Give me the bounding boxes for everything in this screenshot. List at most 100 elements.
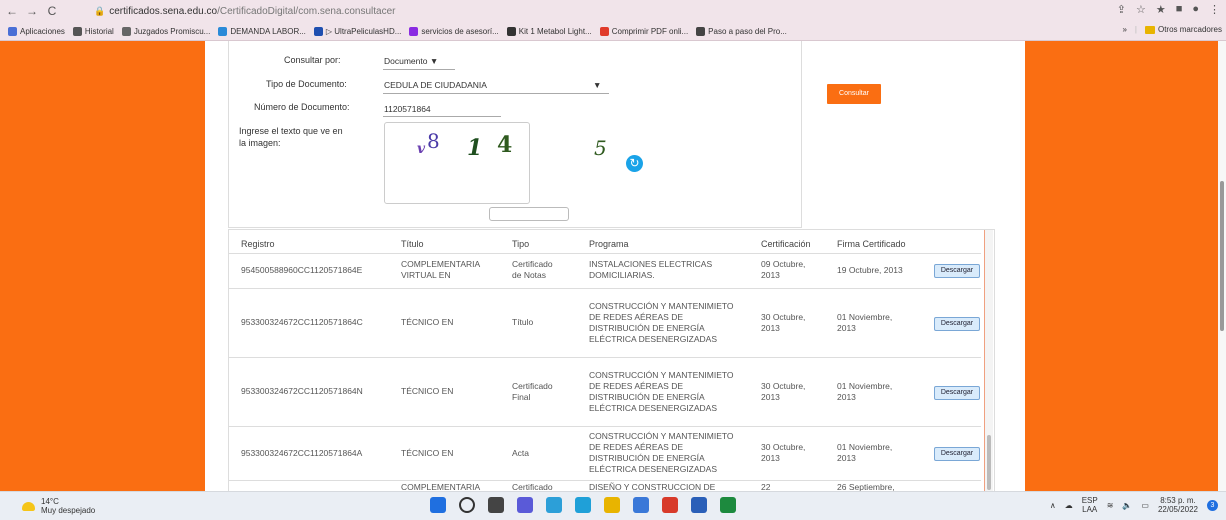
- firma-cell: 01 Noviembre,: [837, 311, 893, 322]
- bookmark-icon: [72, 26, 82, 36]
- registro-cell: 953300324672CC1120571864A: [241, 447, 363, 458]
- taskbar-app-icon[interactable]: [546, 497, 562, 513]
- registro-cell: 953300324672CC1120571864C: [241, 317, 363, 327]
- taskbar: 14°C Muy despejado ∧ ☁ ESP LAA ≋ 🔈 ▭ 8:5…: [0, 491, 1226, 520]
- programa-cell: CONSTRUCCIÓN Y MANTENIMIETO: [589, 431, 734, 441]
- volume-icon[interactable]: 🔈: [1122, 501, 1132, 510]
- lock-icon: 🔒: [94, 5, 106, 16]
- bookmark-item[interactable]: servicios de asesorí...: [409, 26, 499, 36]
- profile-icon[interactable]: ●: [1192, 3, 1199, 16]
- table-scrollbar[interactable]: [984, 230, 993, 492]
- column-header: Título: [401, 239, 424, 249]
- star-icon[interactable]: ☆: [1136, 3, 1146, 16]
- menu-icon[interactable]: ⋮: [1209, 3, 1220, 16]
- taskbar-app-icon[interactable]: [691, 497, 707, 513]
- bookmark-icon: [218, 26, 228, 36]
- tipo-cell: Final: [512, 391, 531, 402]
- bookmark-item[interactable]: Comprimir PDF onli...: [599, 26, 688, 36]
- download-button[interactable]: Descargar: [934, 264, 980, 278]
- page-scrollbar[interactable]: [1218, 41, 1226, 491]
- bookmark-item[interactable]: Juzgados Promiscu...: [121, 26, 210, 36]
- certificacion-cell: 09 Octubre,: [761, 259, 806, 269]
- share-icon[interactable]: ⇪: [1117, 3, 1126, 16]
- taskbar-app-icon[interactable]: [430, 497, 446, 513]
- window-icon[interactable]: ■: [1176, 3, 1183, 16]
- bookmark-item[interactable]: DEMANDA LABOR...: [218, 26, 306, 36]
- download-button[interactable]: Descargar: [934, 316, 980, 331]
- registro-cell: 954500588960CC1120571864E: [241, 264, 363, 275]
- programa-cell: DISTRIBUCIÓN DE ENERGÍA: [589, 322, 705, 333]
- bookmark-icon: [8, 26, 17, 36]
- table-scrollbar-thumb[interactable]: [987, 435, 991, 490]
- captcha-char: v: [417, 141, 426, 157]
- tipo-cell: Certificado: [512, 380, 553, 391]
- captcha-char: 1: [467, 135, 483, 161]
- forward-icon[interactable]: →: [24, 4, 40, 18]
- numero-documento-label: Número de Documento:: [254, 102, 350, 112]
- url-path: /CertificadoDigital/com.sena.consultacer: [217, 5, 396, 17]
- firma-cell: 01 Noviembre,: [837, 442, 893, 452]
- temperature: 14°C: [41, 497, 59, 506]
- taskbar-app-icon[interactable]: [459, 497, 475, 513]
- tipo-cell: Acta: [512, 447, 530, 458]
- bookmark-icon: [696, 26, 706, 36]
- bookmarks-overflow: » | Otros marcadores: [1116, 25, 1222, 34]
- captcha-char: 8: [427, 129, 440, 153]
- cloud-icon[interactable]: ☁: [1065, 501, 1073, 510]
- back-icon[interactable]: ←: [4, 4, 20, 18]
- bookmark-item[interactable]: ▷ UltraPeliculasHD...: [313, 26, 401, 36]
- download-button[interactable]: Descargar: [934, 447, 980, 461]
- battery-icon[interactable]: ▭: [1141, 501, 1149, 510]
- column-header: Firma Certificado: [837, 239, 906, 249]
- taskbar-app-icon[interactable]: [488, 497, 504, 513]
- notification-badge[interactable]: 3: [1207, 499, 1218, 511]
- tipo-documento-select[interactable]: CEDULA DE CIUDADANIA: [384, 80, 487, 90]
- programa-cell: INSTALACIONES ELECTRICAS: [589, 259, 713, 269]
- column-header: Programa: [589, 239, 629, 249]
- programa-cell: ELÉCTRICA DESENERGIZADAS: [589, 464, 718, 474]
- browser-actions: ⇪ ☆ ★ ■ ● ⋮: [1117, 3, 1220, 16]
- reload-icon[interactable]: C: [44, 4, 60, 18]
- taskbar-app-icon[interactable]: [662, 497, 678, 513]
- bookmark-icon: [313, 26, 323, 36]
- titulo-cell: TÉCNICO EN: [401, 386, 454, 396]
- bookmark-item[interactable]: Aplicaciones: [8, 26, 65, 36]
- wifi-icon[interactable]: ≋: [1107, 501, 1114, 510]
- download-button[interactable]: Descargar: [934, 385, 980, 400]
- bookmark-item[interactable]: Kit 1 Metabol Light...: [506, 26, 592, 36]
- consultar-button[interactable]: Consultar: [827, 84, 881, 104]
- taskbar-app-icon[interactable]: [517, 497, 533, 513]
- time: 8:53 p. m.: [1160, 496, 1196, 505]
- extensions-icon[interactable]: ★: [1156, 3, 1166, 16]
- titulo-cell: TÉCNICO EN: [401, 447, 454, 458]
- other-bookmarks[interactable]: Otros marcadores: [1144, 25, 1222, 34]
- taskbar-app-icon[interactable]: [604, 497, 620, 513]
- bookmark-icon: [599, 26, 609, 36]
- taskbar-app-icon[interactable]: [720, 497, 736, 513]
- captcha-input[interactable]: [489, 207, 569, 221]
- weather-description: Muy despejado: [41, 506, 96, 515]
- language-indicator[interactable]: ESP LAA: [1082, 496, 1098, 514]
- taskbar-app-icon[interactable]: [575, 497, 591, 513]
- system-tray: ∧ ☁ ESP LAA ≋ 🔈 ▭ 8:53 p. m. 22/05/2022 …: [1050, 496, 1218, 514]
- bookmarks-bar: Aplicaciones Historial Juzgados Promiscu..…: [0, 22, 1226, 41]
- firma-cell: 19 Octubre, 2013: [837, 264, 903, 275]
- bookmark-item[interactable]: Historial: [72, 26, 114, 36]
- overflow-button[interactable]: »: [1122, 25, 1126, 34]
- url-domain: certificados.sena.edu.co: [109, 5, 218, 17]
- bookmark-item[interactable]: Paso a paso del Pro...: [696, 26, 787, 36]
- refresh-captcha-icon[interactable]: ↻: [626, 155, 643, 172]
- taskbar-app-icon[interactable]: [633, 497, 649, 513]
- address-bar[interactable]: 🔒 certificados.sena.edu.co/CertificadoDi…: [94, 3, 1024, 19]
- clock[interactable]: 8:53 p. m. 22/05/2022: [1158, 496, 1198, 514]
- weather-widget[interactable]: 14°C Muy despejado: [22, 497, 95, 515]
- captcha-char: 4: [497, 132, 513, 158]
- chevron-up-icon[interactable]: ∧: [1050, 501, 1056, 510]
- page-scrollbar-thumb[interactable]: [1220, 181, 1224, 331]
- chevron-down-icon[interactable]: ▼: [593, 80, 601, 90]
- bookmark-icon: [506, 26, 516, 36]
- date: 22/05/2022: [1157, 505, 1198, 514]
- consultar-por-select[interactable]: Documento ▼: [384, 56, 438, 66]
- numero-documento-input[interactable]: 1120571864: [384, 104, 431, 114]
- titulo-cell: VIRTUAL EN: [401, 270, 451, 280]
